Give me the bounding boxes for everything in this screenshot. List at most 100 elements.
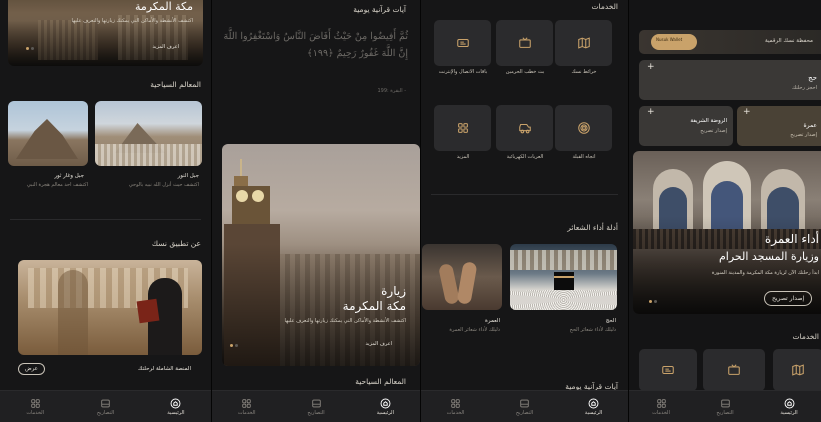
grid-icon (242, 398, 251, 408)
screen-services: الخدمات خرائط نسك بث خطب الحرمين باقات ا… (421, 0, 628, 422)
visit-makkah-card[interactable] (222, 144, 420, 366)
service-tile-qibla[interactable] (555, 105, 612, 151)
nav-home-label: الرئيسية (584, 409, 603, 416)
umrah-hero-dots (649, 300, 657, 303)
guide-name-umrah: العمرة (485, 318, 500, 324)
landmark-card-jabal-thawr[interactable] (8, 101, 88, 166)
home-icon (170, 398, 181, 408)
permit-card-icon (311, 399, 321, 407)
rawdah-subtitle: إصدار تصريح (700, 128, 727, 134)
nav-home[interactable]: الرئيسية (351, 398, 420, 416)
service-tile-maps-4[interactable] (773, 349, 821, 391)
service-label-more: المزيد (456, 154, 470, 160)
visit-card-title-2: مكة المكرمة (342, 299, 406, 313)
landmark-name-2: جبل وغار ثور (54, 173, 84, 179)
map-icon (792, 364, 804, 376)
nav-permits[interactable]: التصاريح (71, 398, 141, 416)
hero-subtitle: اكتشف الأنشطة والأماكن التي يمكنك زيارته… (71, 18, 193, 24)
permit-card-icon (520, 399, 529, 407)
tv-icon (728, 364, 740, 375)
nav-home[interactable]: الرئيسية (757, 398, 820, 416)
nav-permits-label: التصاريح (515, 409, 534, 416)
nav-services-label: الخدمات (237, 409, 256, 416)
service-label-golf-carts: العربات الكهربائية (506, 154, 544, 160)
service-tile-more[interactable] (434, 105, 491, 151)
service-tile-connectivity-4[interactable] (639, 349, 697, 391)
nav-permits[interactable]: التصاريح (693, 398, 756, 416)
nav-permits[interactable]: التصاريح (282, 398, 351, 416)
nav-permits-label: التصاريح (307, 409, 325, 416)
nav-home-label: الرئيسية (780, 409, 798, 416)
grid-icon (457, 123, 468, 133)
verse-reference: - البقرة :199 (377, 88, 406, 94)
home-icon (784, 398, 794, 408)
landmark-desc-2: اكتشف أحد معالم هجرة النبي (26, 182, 88, 188)
umrah-title: عمرة (803, 122, 817, 129)
bottom-navigation: الرئيسية التصاريح الخدمات (0, 390, 211, 422)
nav-home-label: الرئيسية (167, 409, 185, 416)
screen-home-main: Nusuk Wallet محفظة نسك الرقمية + حج احجز… (629, 0, 821, 422)
visit-card-link[interactable]: اعرف المزيد (366, 341, 392, 347)
sim-card-icon (456, 38, 469, 48)
grid-icon (451, 398, 460, 408)
nav-services-label: الخدمات (652, 409, 670, 416)
grid-icon (656, 398, 666, 408)
permit-card-icon (720, 399, 730, 407)
tv-icon (518, 37, 531, 48)
service-tile-sermons[interactable] (496, 20, 553, 66)
map-icon (577, 37, 590, 49)
verse-text: ثُمَّ أَفِيضُوا مِنْ حَيْثُ أَفَاضَ النَ… (223, 31, 408, 59)
nav-services[interactable]: الخدمات (212, 398, 281, 416)
section-divider (431, 194, 618, 195)
hajj-title: حج (808, 74, 817, 82)
landmark-desc-1: اكتشف حيث أنزل الله نبيه بالوحي (128, 182, 199, 188)
landmark-card-jabal-nour[interactable] (95, 101, 202, 166)
permit-card-icon (101, 399, 110, 407)
bottom-navigation: الرئيسية التصاريح الخدمات (629, 390, 821, 422)
issue-permit-button[interactable]: إصدار تصريح (764, 291, 813, 306)
nav-permits[interactable]: التصاريح (490, 398, 558, 416)
guide-card-umrah[interactable] (422, 244, 502, 310)
service-tile-sermons-4[interactable] (703, 349, 765, 391)
services-section-title: الخدمات (591, 2, 618, 11)
service-tile-connectivity[interactable] (434, 20, 491, 66)
service-label-connectivity: باقات الاتصال والإنترنت (438, 69, 488, 75)
sim-card-icon (662, 365, 674, 375)
service-label-maps: خرائط نسك (571, 69, 597, 75)
guide-card-hajj[interactable] (510, 244, 617, 310)
screen-explore: مكة المكرمة اكتشف الأنشطة والأماكن التي … (0, 0, 211, 422)
nav-home[interactable]: الرئيسية (141, 398, 211, 416)
nav-permits-label: التصاريح (96, 409, 115, 416)
daily-verses-title: آيات قرآنية يومية (353, 5, 406, 14)
view-button[interactable]: عرض (18, 363, 45, 375)
landmark-name-1: جبل النور (177, 173, 199, 179)
guides-section-title: أدلة أداء الشعائر (567, 223, 618, 232)
hajj-subtitle: احجز رحلتك (792, 85, 817, 91)
about-caption: المنصة الشاملة لرحلتك (138, 366, 191, 372)
service-label-sermons: بث خطب الحرمين (505, 69, 545, 75)
wallet-title: محفظة نسك الرقمية (765, 38, 813, 44)
service-tile-maps[interactable] (555, 20, 612, 66)
hajj-card[interactable]: + حج احجز رحلتك (639, 60, 821, 100)
plus-icon: + (743, 107, 751, 117)
umrah-hero-title-2: وزيارة المسجد الحرام (718, 250, 819, 263)
nav-home[interactable]: الرئيسية (559, 398, 627, 416)
digital-wallet-bar[interactable]: Nusuk Wallet محفظة نسك الرقمية (639, 30, 821, 54)
umrah-card[interactable]: + عمرة إصدار تصريح (737, 106, 821, 146)
plus-icon: + (647, 107, 655, 117)
nav-services-label: الخدمات (26, 409, 45, 416)
guide-desc-hajj: دليلك لأداء شعائر الحج (569, 327, 616, 333)
nav-services[interactable]: الخدمات (421, 398, 489, 416)
visit-card-dots (230, 344, 238, 347)
nav-services[interactable]: الخدمات (0, 398, 70, 416)
hero-title: مكة المكرمة (134, 0, 193, 13)
bottom-navigation: الرئيسية التصاريح الخدمات (212, 390, 420, 422)
nav-services[interactable]: الخدمات (629, 398, 692, 416)
about-app-image[interactable] (18, 260, 202, 355)
hero-learn-more-link[interactable]: اعرف المزيد (153, 44, 179, 50)
nav-home-label: الرئيسية (376, 409, 394, 416)
guide-name-hajj: الحج (605, 318, 616, 324)
rawdah-card[interactable]: + الروضة الشريفة إصدار تصريح (639, 106, 733, 146)
nav-permits-label: التصاريح (716, 409, 734, 416)
service-tile-golf-carts[interactable] (496, 105, 553, 151)
